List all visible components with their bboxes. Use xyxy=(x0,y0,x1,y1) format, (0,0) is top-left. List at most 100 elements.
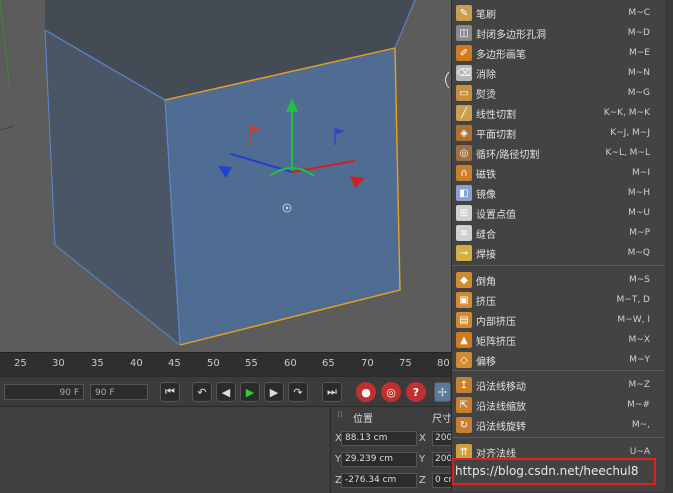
menu-item-label: 多边形画笔 xyxy=(476,49,526,61)
timeline-tick: 55 xyxy=(245,358,258,369)
menu-item-plane-cut[interactable]: ◈ 平面切割 K~J, M~J xyxy=(452,123,660,143)
timeline-tick: 75 xyxy=(399,358,412,369)
auto-key-button[interactable]: ◎ xyxy=(381,382,401,402)
menu-item-magnet[interactable]: ∩ 磁铁 M~I xyxy=(452,163,660,183)
x-position-field[interactable]: 88.13 cm xyxy=(341,431,417,446)
tool-button[interactable]: ✢ xyxy=(434,382,451,402)
record-key-icon: ● xyxy=(361,385,371,399)
menu-item-brush[interactable]: ✎ 笔刷 M~C xyxy=(452,3,660,23)
menu-item-iron[interactable]: ▭ 熨烫 M~G xyxy=(452,83,660,103)
step-back-button[interactable]: ◀ xyxy=(216,382,236,402)
z2-label: Z xyxy=(419,475,426,486)
x2-label: X xyxy=(419,433,426,444)
menu-item-shortcut: M~T, D xyxy=(616,295,650,305)
timeline-tick: 70 xyxy=(361,358,374,369)
menu-item-label: 封闭多边形孔洞 xyxy=(476,29,546,41)
prev-key-icon: ↶ xyxy=(197,385,207,399)
menu-item-bevel[interactable]: ◆ 倒角 M~S xyxy=(452,270,660,290)
timeline-tick: 60 xyxy=(284,358,297,369)
extrude-icon: ▣ xyxy=(456,292,472,308)
timeline-tick: 40 xyxy=(130,358,143,369)
menu-item-label: 挤压 xyxy=(476,296,496,308)
menu-item-label: 矩阵挤压 xyxy=(476,336,516,348)
frame-range-field[interactable]: 90 F xyxy=(4,384,84,400)
play-icon: ▶ xyxy=(245,385,255,399)
skip-back-icon: ⏮ xyxy=(165,385,175,398)
step-back-icon: ◀ xyxy=(221,385,231,399)
goto-start-button[interactable]: ⏮ xyxy=(160,382,180,402)
menu-item-label: 线性切割 xyxy=(476,109,516,121)
menu-item-shortcut: M~S xyxy=(628,275,650,285)
menu-item-shortcut: M~# xyxy=(627,400,650,410)
watermark-text: https://blog.csdn.net/heechul8 xyxy=(455,464,639,478)
menu-separator xyxy=(452,437,673,438)
menu-item-shortcut: M~P xyxy=(629,228,650,238)
goto-end-button[interactable]: ⏭ xyxy=(322,382,342,402)
menu-item-stitch[interactable]: ≡ 缝合 M~P xyxy=(452,223,660,243)
menu-item-label: 笔刷 xyxy=(476,9,496,21)
menu-item-close-hole[interactable]: ◫ 封闭多边形孔洞 M~D xyxy=(452,23,660,43)
frame-end-field[interactable]: 90 F xyxy=(90,384,148,400)
keyframe-help-button[interactable]: ? xyxy=(406,382,426,402)
timeline-tick: 45 xyxy=(168,358,181,369)
menu-item-normal-scale[interactable]: ⇱ 沿法线缩放 M~# xyxy=(452,395,660,415)
menu-item-set-point[interactable]: ⊞ 设置点值 M~U xyxy=(452,203,660,223)
viewport-scene xyxy=(0,0,450,346)
polygon-pen-icon: ✐ xyxy=(456,45,472,61)
menu-item-dissolve[interactable]: ⌫ 消除 M~N xyxy=(452,63,660,83)
menu-item-shortcut: M~C xyxy=(628,8,650,18)
menu-item-extrude[interactable]: ▣ 挤压 M~T, D xyxy=(452,290,660,310)
y-position-field[interactable]: 29.239 cm xyxy=(341,452,417,467)
menu-item-label: 沿法线缩放 xyxy=(476,401,526,413)
menu-item-normal-move[interactable]: ↥ 沿法线移动 M~Z xyxy=(452,375,660,395)
3d-viewport[interactable] xyxy=(0,0,451,352)
menu-separator xyxy=(452,265,673,266)
menu-item-shortcut: M~G xyxy=(627,88,650,98)
next-key-icon: ↷ xyxy=(293,385,303,399)
menu-item-mirror[interactable]: ◧ 镜像 M~H xyxy=(452,183,660,203)
timeline-ruler[interactable]: 25 30 35 40 45 50 55 60 65 70 75 80 xyxy=(0,352,451,377)
menu-item-line-cut[interactable]: ╱ 线性切割 K~K, M~K xyxy=(452,103,660,123)
menu-item-shortcut: M~, xyxy=(631,420,650,430)
line-cut-icon: ╱ xyxy=(456,105,472,121)
menu-item-shortcut: M~I xyxy=(632,168,650,178)
stitch-icon: ≡ xyxy=(456,225,472,241)
record-button[interactable]: ● xyxy=(356,382,376,402)
menu-item-shortcut: K~L, M~L xyxy=(605,148,651,158)
menu-item-loop-cut[interactable]: ◎ 循环/路径切割 K~L, M~L xyxy=(452,143,660,163)
menu-scrollbar[interactable] xyxy=(665,0,673,492)
menu-item-shortcut: M~N xyxy=(627,68,650,78)
y2-label: Y xyxy=(419,454,426,465)
timeline-tick: 80 xyxy=(437,358,450,369)
menu-item-shortcut: M~Y xyxy=(629,355,650,365)
menu-item-label: 熨烫 xyxy=(476,89,496,101)
menu-item-weld[interactable]: ⊸ 焊接 M~Q xyxy=(452,243,660,263)
dissolve-icon: ⌫ xyxy=(456,65,472,81)
menu-item-label: 平面切割 xyxy=(476,129,516,141)
mesh-tools-menu: ✎ 笔刷 M~C ◫ 封闭多边形孔洞 M~D ✐ 多边形画笔 M~E ⌫ 消除 M~N ▭ 熨烫 M~G ╱ 线… xyxy=(451,0,673,492)
menu-item-normal-rotate[interactable]: ↻ 沿法线旋转 M~, xyxy=(452,415,660,435)
menu-item-label: 缝合 xyxy=(476,229,496,241)
iron-icon: ▭ xyxy=(456,85,472,101)
menu-item-label: 沿法线移动 xyxy=(476,381,526,393)
next-key-button[interactable]: ↷ xyxy=(288,382,308,402)
skip-forward-icon: ⏭ xyxy=(327,385,337,398)
menu-item-offset[interactable]: ◇ 偏移 M~Y xyxy=(452,350,660,370)
menu-item-shortcut: M~D xyxy=(627,28,650,38)
coordinates-panel: ⁞⁞ 位置 尺寸 X 88.13 cm X 200 Y 29.239 cm Y … xyxy=(330,406,462,493)
menu-item-label: 偏移 xyxy=(476,356,496,368)
menu-item-inner-extrude[interactable]: ▤ 内部挤压 M~W, I xyxy=(452,310,660,330)
menu-item-label: 消除 xyxy=(476,69,496,81)
cursor-icon: ✢ xyxy=(437,385,448,399)
menu-item-shortcut: K~J, M~J xyxy=(610,128,650,138)
menu-item-label: 循环/路径切割 xyxy=(476,149,540,161)
menu-item-matrix-extrude[interactable]: ▲ 矩阵挤压 M~X xyxy=(452,330,660,350)
auto-key-icon: ◎ xyxy=(386,385,396,399)
play-button[interactable]: ▶ xyxy=(240,382,260,402)
prev-key-button[interactable]: ↶ xyxy=(192,382,212,402)
menu-item-label: 设置点值 xyxy=(476,209,516,221)
step-forward-button[interactable]: ▶ xyxy=(264,382,284,402)
timeline-tick: 25 xyxy=(14,358,27,369)
menu-item-polygon-pen[interactable]: ✐ 多边形画笔 M~E xyxy=(452,43,660,63)
z-position-field[interactable]: -276.34 cm xyxy=(341,473,417,488)
